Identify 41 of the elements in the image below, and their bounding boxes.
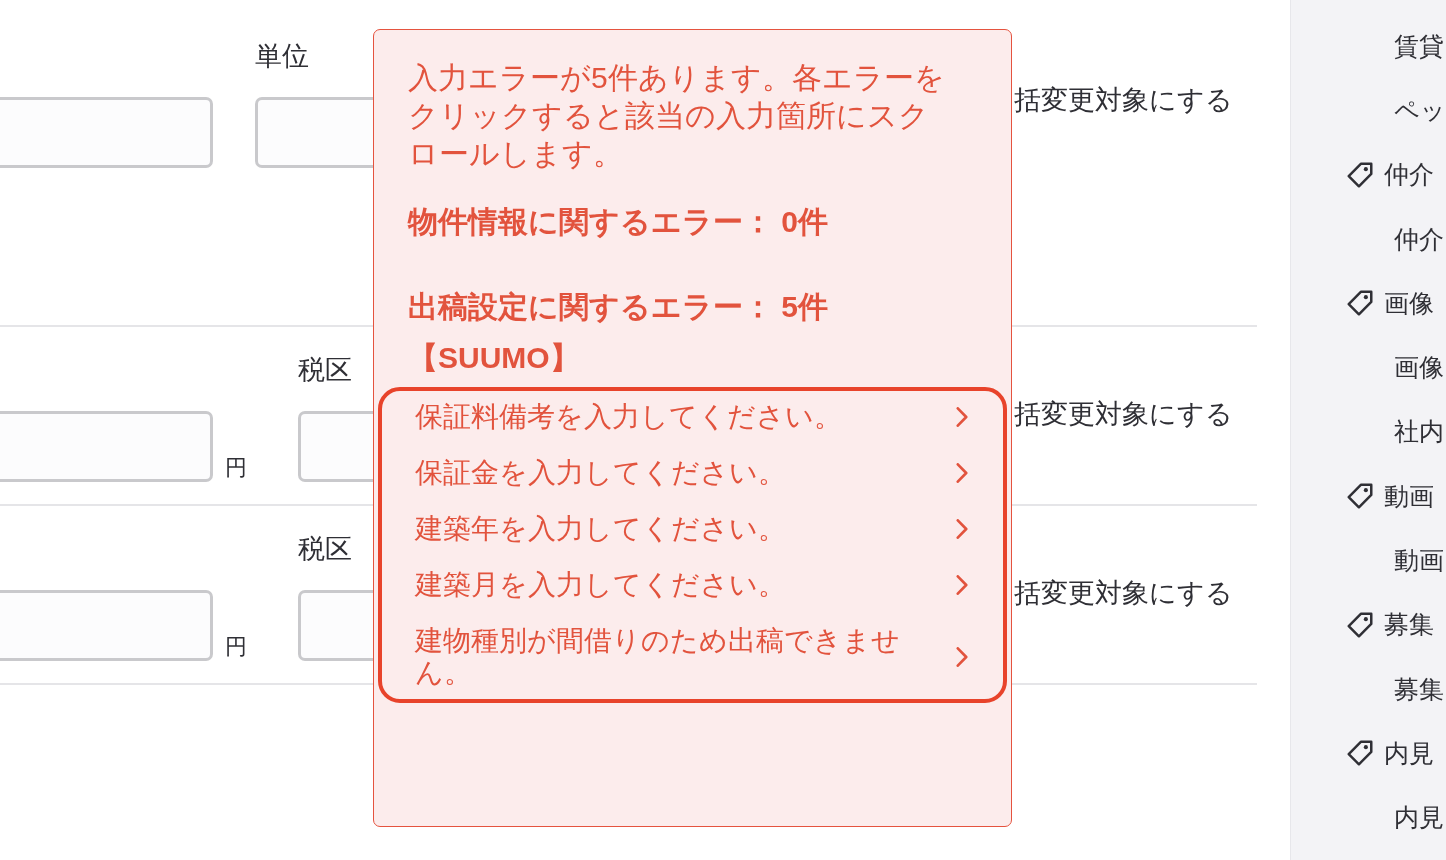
bulk-change-label: 括変更対象にする <box>1014 398 1233 431</box>
tag-icon <box>1347 483 1373 510</box>
sidebar-item[interactable]: 動画 <box>1291 528 1446 593</box>
sidebar-group[interactable]: 画像 <box>1291 271 1446 336</box>
chevron-right-icon <box>956 647 968 667</box>
input-field[interactable] <box>255 97 373 168</box>
sidebar-item[interactable]: 内見 <box>1291 785 1446 850</box>
error-count-heading: 出稿設定に関するエラー： 5件 <box>407 289 830 325</box>
input-field[interactable] <box>0 97 213 168</box>
sidebar-group[interactable]: 内見 <box>1291 721 1446 786</box>
chevron-right-icon <box>956 463 968 483</box>
sidebar-group[interactable]: 募集 <box>1291 592 1446 657</box>
input-field[interactable] <box>0 411 213 482</box>
tag-icon <box>1347 740 1373 767</box>
unit-label: 円 <box>225 454 247 482</box>
input-field[interactable] <box>298 590 373 661</box>
unit-label: 円 <box>225 633 247 661</box>
tag-icon <box>1347 290 1373 317</box>
error-count-heading: 物件情報に関するエラー： 0件 <box>406 204 830 240</box>
bulk-change-label: 括変更対象にする <box>1014 84 1233 117</box>
sidebar-item[interactable]: 画像 <box>1291 335 1446 400</box>
input-field[interactable] <box>298 411 373 482</box>
sidebar-item[interactable]: 仲介 <box>1291 206 1446 272</box>
field-label: 単位 <box>255 40 309 73</box>
field-label: 税区 <box>298 354 352 387</box>
sidebar-group[interactable]: 仲介 <box>1291 142 1446 207</box>
site-heading: 【SUUMO】 <box>407 340 581 376</box>
sidebar-item[interactable]: 賃貸 <box>1291 14 1446 79</box>
chevron-right-icon <box>956 407 968 427</box>
field-label: 税区 <box>298 533 352 566</box>
sidebar-group[interactable]: 動画 <box>1291 464 1446 529</box>
tag-icon <box>1347 161 1373 188</box>
chevron-right-icon <box>956 575 968 595</box>
tag-icon <box>1347 611 1373 638</box>
input-field[interactable] <box>0 590 213 661</box>
chevron-right-icon <box>956 519 968 539</box>
bulk-change-label: 括変更対象にする <box>1014 577 1233 610</box>
sidebar-item[interactable]: 募集 <box>1291 656 1446 722</box>
sidebar-item[interactable]: 社内 <box>1291 399 1446 465</box>
error-message: 入力エラーが5件あります。各エラーをクリックすると該当の入力箇所にスクロールします。 <box>407 60 946 172</box>
sidebar-item[interactable]: ペッ <box>1291 78 1446 143</box>
